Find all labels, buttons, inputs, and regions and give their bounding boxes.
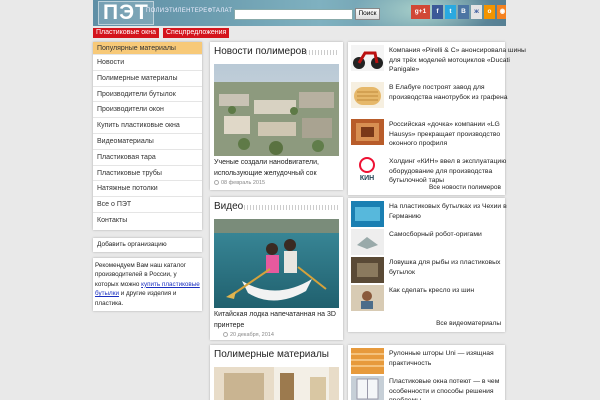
news-item-text[interactable]: Холдинг «КИН» ввел в эксплуатацию оборуд… [389, 157, 526, 186]
all-news-link[interactable]: Все новости полимеров [429, 184, 501, 191]
left-sidebar: Популярные материалы Новости Полимерные … [93, 42, 202, 312]
livejournal-icon[interactable]: ж [471, 5, 482, 19]
google-plus-icon[interactable]: g+1 [411, 5, 430, 19]
materials-list-block: Рулонные шторы Uni — изящная практичност… [348, 345, 505, 400]
popular-menu: Популярные материалы Новости Полимерные … [93, 42, 202, 230]
topnav-plastic-windows[interactable]: Пластиковые окна [93, 28, 159, 38]
news-thumb-graphene [351, 82, 384, 108]
news-block: Новости полимеров Ученые создали наноdви… [210, 42, 343, 190]
video-item-text[interactable]: Ловушка для рыбы из пластиковых бутылок [389, 258, 526, 277]
title-stripe [244, 205, 339, 210]
all-videos-link[interactable]: Все видеоматериалы [436, 320, 501, 327]
sidebar-item-about-pet[interactable]: Все о ПЭТ [93, 196, 202, 212]
news-block-header: Новости полимеров [210, 42, 343, 60]
news-date: 08 февраль 2015 [214, 180, 265, 186]
video-caption[interactable]: Китайская лодка напечатанная на 3D принт… [214, 310, 340, 331]
topnav-special-offers[interactable]: Спецпредложения [162, 28, 230, 38]
news-date-text: 08 февраль 2015 [221, 180, 266, 186]
sidebar-item-stretch-ceilings[interactable]: Натяжные потолки [93, 180, 202, 196]
video-item-text[interactable]: Самосборный робот-оригами [389, 230, 526, 240]
title-stripe [306, 50, 339, 55]
video-item-text[interactable]: На пластиковых бутылках из Чехии в Герма… [389, 202, 526, 221]
video-thumb-chair [351, 285, 384, 311]
news-thumb-moto [351, 45, 384, 71]
sidebar-item-polymer-materials[interactable]: Полимерные материалы [93, 69, 202, 86]
catalog-promo: Рекомендуем Вам наш каталог производител… [93, 257, 202, 312]
news-item-text[interactable]: Российская «дочка» компании «LG Hausys» … [389, 120, 526, 149]
materials-thumb-window [351, 376, 384, 400]
news-item-text[interactable]: В Елабуге построят завод для производств… [389, 83, 526, 102]
sidebar-item-news[interactable]: Новости [93, 54, 202, 70]
social-buttons: g+1 f t В ж о ◉ [411, 5, 506, 19]
popular-menu-title: Популярные материалы [93, 42, 202, 54]
video-block-title[interactable]: Видео [214, 201, 243, 212]
video-thumb-fishtrap [351, 257, 384, 283]
materials-item-text[interactable]: Рулонные шторы Uni — изящная практичност… [389, 349, 526, 368]
svg-text:КИН: КИН [360, 175, 374, 182]
sidebar-item-window-makers[interactable]: Производители окон [93, 101, 202, 117]
news-thumb-lg [351, 119, 384, 145]
sidebar-item-contacts[interactable]: Контакты [93, 211, 202, 228]
video-image[interactable] [214, 219, 339, 308]
video-block: Видео Китайская лодка напечатанная на 3D… [210, 197, 343, 340]
kin-logo-icon: КИН [351, 156, 384, 182]
materials-block: Полимерные материалы [210, 345, 343, 400]
news-item-text[interactable]: Компания «Pirelli & C» анонсировала шины… [389, 46, 526, 75]
news-image[interactable] [214, 64, 339, 156]
clock-icon [223, 332, 228, 337]
add-organization-button[interactable]: Добавить организацию [93, 237, 202, 252]
odnoklassniki-icon[interactable]: о [484, 5, 495, 19]
site-tagline: ПОЛИЭТИЛЕНТЕРЕФТАЛАТ [146, 8, 233, 14]
sidebar-item-plastic-containers[interactable]: Пластиковая тара [93, 148, 202, 165]
video-date-text: 20 декабря, 2014 [230, 332, 274, 338]
sidebar-item-video[interactable]: Видеоматериалы [93, 132, 202, 149]
materials-item-text[interactable]: Пластиковые окна потеют — в чем особенно… [389, 377, 526, 400]
search-button[interactable]: Поиск [355, 8, 380, 20]
materials-block-header: Полимерные материалы [210, 345, 343, 363]
video-thumb-robot [351, 229, 384, 255]
materials-thumb-blinds [351, 348, 384, 374]
sidebar-item-plastic-pipes[interactable]: Пластиковые трубы [93, 164, 202, 181]
video-item-text[interactable]: Как сделать кресло из шин [389, 286, 526, 296]
facebook-icon[interactable]: f [432, 5, 443, 19]
twitter-icon[interactable]: t [445, 5, 456, 19]
video-thumb-bottles [351, 201, 384, 227]
video-block-header: Видео [210, 197, 343, 215]
news-list-block: Компания «Pirelli & C» анонсировала шины… [348, 42, 526, 195]
materials-image[interactable] [214, 367, 339, 400]
video-list-block: На пластиковых бутылках из Чехии в Герма… [348, 198, 507, 332]
video-date: 20 декабря, 2014 [223, 332, 274, 338]
news-caption[interactable]: Ученые создали наноdвигатели, использующ… [214, 158, 340, 179]
sidebar-item-buy-windows[interactable]: Купить пластиковые окна [93, 117, 202, 133]
news-block-title[interactable]: Новости полимеров [214, 46, 307, 57]
clock-icon [214, 180, 219, 185]
sidebar-item-bottle-makers[interactable]: Производители бутылок [93, 85, 202, 102]
rss-icon[interactable]: ◉ [497, 5, 506, 19]
vk-icon[interactable]: В [458, 5, 469, 19]
site-header: ПЭТ ПОЛИЭТИЛЕНТЕРЕФТАЛАТ Поиск g+1 f t В… [93, 0, 506, 26]
materials-block-title[interactable]: Полимерные материалы [214, 349, 329, 360]
search-input[interactable] [234, 9, 353, 20]
top-nav: Пластиковые окна Спецпредложения [93, 28, 230, 38]
